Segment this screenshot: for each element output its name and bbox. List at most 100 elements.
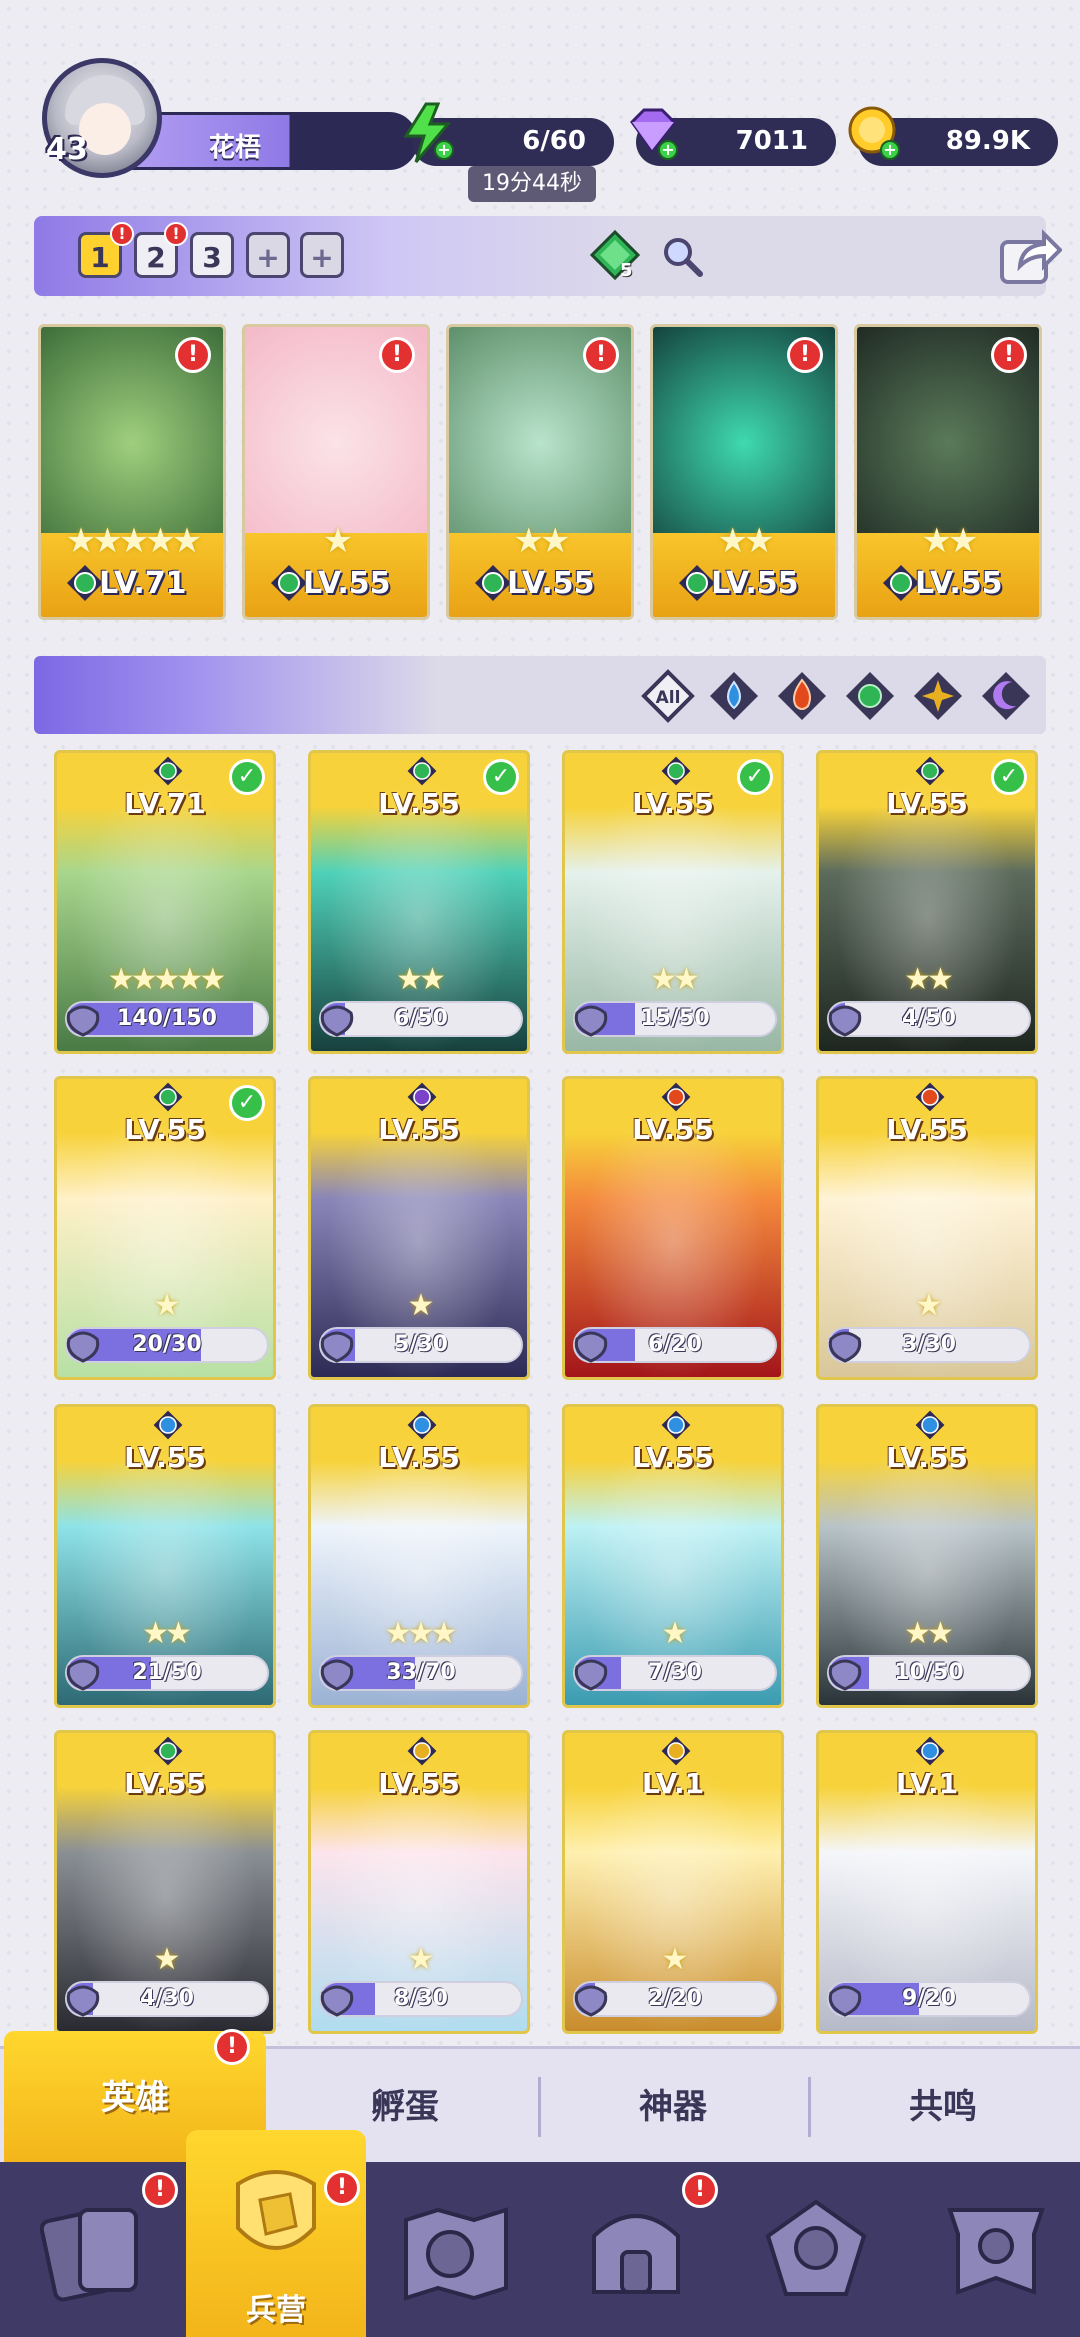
search-icon[interactable]	[660, 234, 704, 278]
team-hero-card[interactable]: ★★ LV.55!	[446, 324, 634, 620]
team-tab-3[interactable]: 3	[190, 232, 234, 278]
filter-fire-icon[interactable]	[774, 668, 830, 724]
hero-stars: ★★	[650, 962, 700, 997]
light-element-icon	[661, 1736, 691, 1766]
hero-card[interactable]: ✓ LV.55 ★★ 15/50	[562, 750, 784, 1054]
hero-stars: ★	[153, 1942, 181, 1977]
hero-card[interactable]: LV.55 ★★ 21/50	[54, 1404, 276, 1708]
hero-stars: ★★	[904, 1616, 954, 1651]
energy-counter[interactable]: + 6/60	[403, 102, 614, 166]
hero-shard-icon	[574, 1985, 608, 2017]
hero-stars: ★★	[142, 1616, 192, 1651]
hero-shard-icon	[828, 1005, 862, 1037]
hero-stars: ★★★★★	[65, 521, 202, 561]
hero-card[interactable]: LV.55 ★ 7/30	[562, 1404, 784, 1708]
hero-card[interactable]: LV.55 ★ 8/30	[308, 1730, 530, 2034]
hero-card[interactable]: ✓ LV.55 ★ 20/30	[54, 1076, 276, 1380]
filter-all-label: All	[656, 688, 681, 708]
hero-level: LV.55	[886, 1113, 968, 1146]
hero-shard-icon	[66, 1005, 100, 1037]
hero-level: LV.55	[124, 1113, 206, 1146]
filter-dark-icon[interactable]	[978, 668, 1034, 724]
hero-stars: ★	[915, 1288, 943, 1323]
hero-card[interactable]: LV.55 6/20	[562, 1076, 784, 1380]
gold-counter[interactable]: + 89.9K	[848, 106, 1058, 166]
nav-cards[interactable]: !	[6, 2162, 186, 2337]
filter-water-icon[interactable]	[706, 668, 762, 724]
nature-element-icon	[407, 756, 437, 786]
hero-level: LV.1	[895, 1767, 959, 1800]
team-tab-add-1[interactable]: +	[246, 232, 290, 278]
hero-shard-icon	[574, 1659, 608, 1691]
filter-light-icon[interactable]	[910, 668, 966, 724]
hero-card[interactable]: ✓ LV.55 ★★ 4/50	[816, 750, 1038, 1054]
hero-upgrade-alert: !	[991, 337, 1027, 373]
banner-icon	[947, 2208, 1045, 2295]
svg-text:+: +	[661, 140, 674, 159]
hero-stars: ★	[153, 1288, 181, 1323]
light-element-icon	[407, 1736, 437, 1766]
tab-resonance[interactable]: 共鸣	[810, 2049, 1076, 2165]
hero-card[interactable]: LV.55 ★ 3/30	[816, 1076, 1038, 1380]
nav-barracks[interactable]: 兵营 !	[186, 2130, 366, 2337]
gold-value: 89.9K	[945, 126, 1030, 156]
team-tab-1-alert: !	[110, 222, 134, 246]
nav-castle[interactable]: !	[546, 2162, 726, 2337]
gem-counter[interactable]: + 7011	[630, 108, 836, 166]
hero-card[interactable]: LV.55 ★★★ 33/70	[308, 1404, 530, 1708]
hero-card[interactable]: LV.1 9/20	[816, 1730, 1038, 2034]
barracks-icon	[236, 2170, 316, 2250]
nav-shop[interactable]	[906, 2162, 1080, 2337]
player-level: 43	[46, 132, 88, 167]
guild-icon	[765, 2199, 867, 2296]
team-hero-card[interactable]: ★★★★★ LV.71!	[38, 324, 226, 620]
team-gem-count: 5	[620, 260, 633, 281]
hero-level: LV.71	[124, 787, 206, 820]
element-filter-bar: All	[34, 656, 1046, 734]
hero-level: LV.55	[632, 1113, 714, 1146]
hero-level: LV.55	[124, 1441, 206, 1474]
hero-card[interactable]: LV.55 ★ 5/30	[308, 1076, 530, 1380]
hero-card[interactable]: ✓ LV.71 ★★★★★ 140/150	[54, 750, 276, 1054]
filter-all-icon[interactable]: All	[640, 668, 696, 724]
hero-shard-icon	[320, 1331, 354, 1363]
hero-level: LV.55	[378, 1767, 460, 1800]
hero-level: LV.55	[915, 566, 1003, 601]
hero-card[interactable]: LV.55 ★★ 10/50	[816, 1404, 1038, 1708]
hero-level: LV.55	[886, 787, 968, 820]
water-element-icon	[915, 1410, 945, 1440]
filter-nature-icon[interactable]	[842, 668, 898, 724]
team-hero-card[interactable]: ★ LV.55!	[242, 324, 430, 620]
hero-shard-icon	[574, 1331, 608, 1363]
team-selector-bar: 1 ! 2 ! 3 + + 5	[34, 216, 1062, 296]
water-element-icon	[153, 1410, 183, 1440]
map-icon	[404, 2207, 508, 2301]
barracks-subtabs: 英雄 ! 孵蛋 神器 共鸣	[0, 2029, 1080, 2165]
nav-barracks-alert: !	[324, 2170, 360, 2206]
cards-icon	[40, 2208, 138, 2302]
hero-shard-icon	[66, 1985, 100, 2017]
nature-element-icon	[661, 756, 691, 786]
hero-card[interactable]: LV.55 ★ 4/30	[54, 1730, 276, 2034]
nav-map[interactable]	[366, 2162, 546, 2337]
hero-level: LV.55	[711, 566, 799, 601]
hero-card[interactable]: ✓ LV.55 ★★ 6/50	[308, 750, 530, 1054]
hero-stars: ★	[661, 1616, 689, 1651]
team-hero-card[interactable]: ★★ LV.55!	[854, 324, 1042, 620]
gold-coin-icon: +	[848, 106, 900, 160]
hero-upgrade-alert: !	[175, 337, 211, 373]
hero-level: LV.71	[99, 566, 187, 601]
nav-guild[interactable]	[726, 2162, 906, 2337]
castle-icon	[592, 2214, 680, 2294]
nav-castle-alert: !	[682, 2172, 718, 2208]
team-hero-card[interactable]: ★★ LV.55!	[650, 324, 838, 620]
hero-level: LV.55	[303, 566, 391, 601]
team-tab-add-2[interactable]: +	[300, 232, 344, 278]
hero-shard-icon	[320, 1659, 354, 1691]
share-icon[interactable]	[998, 228, 1062, 286]
energy-value: 6/60	[522, 126, 586, 156]
hero-card[interactable]: LV.1 ★ 2/20	[562, 1730, 784, 2034]
player-profile[interactable]: 花梧 43	[38, 58, 418, 178]
tab-artifacts[interactable]: 神器	[540, 2049, 806, 2165]
energy-bolt-icon: +	[403, 102, 454, 163]
